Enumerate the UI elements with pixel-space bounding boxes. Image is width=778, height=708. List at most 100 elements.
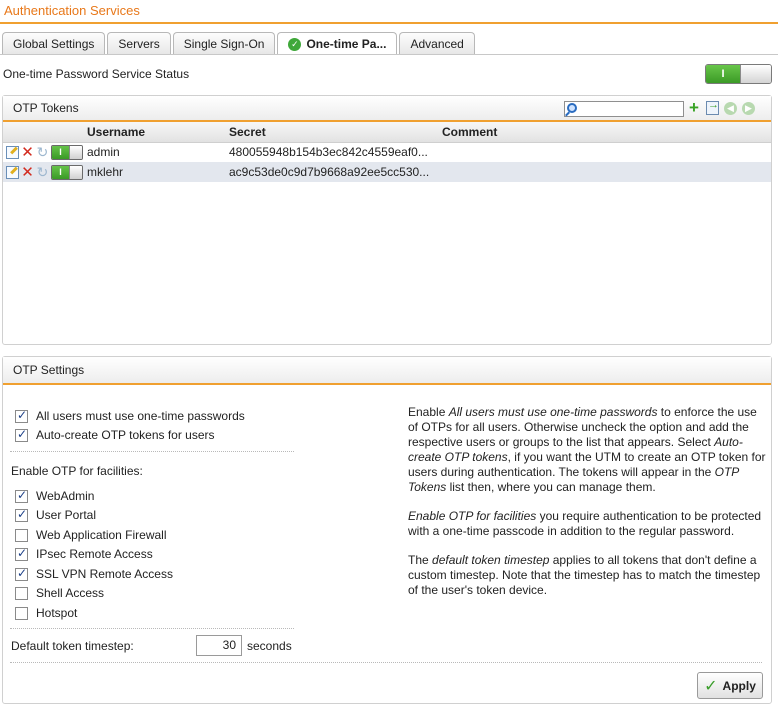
tab-divider: [0, 54, 778, 55]
search-input[interactable]: [564, 101, 684, 117]
otp-tokens-panel: OTP Tokens + ◀ ▶ Username Secret Comment: [2, 95, 772, 345]
checkbox-label: All users must use one-time passwords: [36, 409, 245, 423]
tab-bar: Global Settings Servers Single Sign-On ✓…: [2, 32, 475, 55]
facilities-heading: Enable OTP for facilities:: [11, 464, 143, 478]
checkmark-circle-icon: ✓: [288, 37, 302, 51]
checkbox-label: Hotspot: [36, 606, 78, 620]
secret-cell: ac9c53de0c9d7b9668a92ee5cc530...: [229, 162, 442, 182]
facility-checkbox[interactable]: [15, 507, 28, 522]
comment-cell: [442, 162, 771, 182]
help-text-run: list then, where you can manage them.: [446, 480, 656, 494]
delete-icon[interactable]: ✕: [21, 145, 34, 160]
facility-ipsec-remote-access[interactable]: IPsec Remote Access: [15, 546, 153, 561]
edit-icon[interactable]: [6, 145, 19, 159]
help-text-run: Enable: [408, 405, 449, 419]
row-enable-toggle[interactable]: I: [51, 144, 83, 160]
facility-checkbox[interactable]: [15, 528, 28, 542]
facility-hotspot[interactable]: Hotspot: [15, 606, 77, 620]
facility-shell-access[interactable]: Shell Access: [15, 586, 104, 600]
help-paragraph: Enable All users must use one-time passw…: [408, 405, 766, 495]
facility-checkbox[interactable]: [15, 488, 28, 503]
toggle-knob: [69, 165, 82, 179]
tab-label: Global Settings: [13, 36, 95, 51]
timestep-unit-label: seconds: [247, 639, 292, 653]
facility-checkbox[interactable]: [15, 546, 28, 561]
tab-single-sign-on[interactable]: Single Sign-On: [172, 32, 276, 54]
tab-one-time-password[interactable]: ✓ One-time Pa...: [277, 32, 398, 55]
apply-button[interactable]: ✓ Apply: [697, 672, 763, 699]
page-title: Authentication Services: [4, 3, 140, 18]
otp-settings-header: OTP Settings: [3, 357, 771, 385]
edit-icon[interactable]: [6, 165, 19, 179]
facility-web-application-firewall[interactable]: Web Application Firewall: [15, 528, 167, 542]
help-text: Enable All users must use one-time passw…: [408, 405, 766, 612]
checkmark-icon: ✓: [704, 677, 718, 695]
otp-tokens-table: Username Secret Comment ✕ ↻ I admin 4800…: [3, 122, 771, 182]
username-cell: admin: [87, 142, 229, 162]
all-users-otp-option[interactable]: All users must use one-time passwords: [15, 408, 245, 423]
checkbox-label: Shell Access: [36, 586, 105, 600]
help-text-emphasis: default token timestep: [432, 553, 550, 567]
settings-divider: [10, 628, 294, 629]
toggle-on-indicator: I: [52, 145, 69, 159]
timestep-label: Default token timestep:: [11, 639, 134, 653]
search-icon: [567, 103, 577, 113]
username-column-header[interactable]: Username: [87, 122, 229, 143]
refresh-icon[interactable]: ↻: [36, 145, 49, 159]
delete-icon[interactable]: ✕: [21, 165, 34, 180]
timestep-input[interactable]: 30: [196, 635, 242, 656]
checkbox-label: Web Application Firewall: [36, 528, 167, 542]
table-row[interactable]: ✕ ↻ I admin 480055948b154b3ec842c4559eaf…: [3, 142, 771, 162]
settings-divider: [10, 662, 762, 663]
tab-label: Advanced: [410, 36, 464, 51]
tab-global-settings[interactable]: Global Settings: [2, 32, 106, 54]
auto-create-tokens-checkbox[interactable]: [15, 427, 28, 442]
toggle-knob: [69, 145, 82, 159]
row-enable-toggle[interactable]: I: [51, 164, 83, 180]
actions-column-header: [3, 122, 87, 143]
secret-column-header[interactable]: Secret: [229, 122, 442, 143]
help-text-emphasis: All users must use one-time passwords: [448, 405, 658, 419]
auto-create-tokens-option[interactable]: Auto-create OTP tokens for users: [15, 427, 215, 442]
service-status-toggle[interactable]: I: [705, 64, 772, 84]
row-actions-cell: ✕ ↻ I: [3, 162, 87, 182]
row-actions-cell: ✕ ↻ I: [3, 142, 87, 162]
add-icon[interactable]: +: [689, 99, 701, 116]
checkbox-label: Auto-create OTP tokens for users: [36, 428, 215, 442]
tab-advanced[interactable]: Advanced: [399, 32, 475, 54]
tab-servers[interactable]: Servers: [107, 32, 171, 54]
title-divider: [0, 22, 778, 24]
username-cell: mklehr: [87, 162, 229, 182]
previous-page-icon[interactable]: ◀: [724, 101, 737, 115]
facility-ssl-vpn-remote-access[interactable]: SSL VPN Remote Access: [15, 566, 173, 581]
help-text-emphasis: Enable OTP for facilities: [408, 509, 537, 523]
import-icon[interactable]: [706, 99, 719, 115]
comment-cell: [442, 142, 771, 162]
facility-checkbox[interactable]: [15, 606, 28, 620]
tab-label: Servers: [118, 36, 160, 51]
all-users-otp-checkbox[interactable]: [15, 408, 28, 423]
header-toolbar: + ◀ ▶: [689, 99, 755, 116]
checkbox-label: IPsec Remote Access: [36, 547, 153, 561]
help-paragraph: Enable OTP for facilities you require au…: [408, 509, 766, 539]
facility-user-portal[interactable]: User Portal: [15, 507, 96, 522]
toggle-knob: [740, 65, 771, 83]
comment-column-header[interactable]: Comment: [442, 122, 771, 143]
table-row[interactable]: ✕ ↻ I mklehr ac9c53de0c9d7b9668a92ee5cc5…: [3, 162, 771, 182]
facility-checkbox[interactable]: [15, 586, 28, 600]
apply-label: Apply: [722, 678, 756, 693]
panel-title: OTP Tokens: [13, 101, 79, 115]
settings-divider: [10, 451, 294, 452]
facility-checkbox[interactable]: [15, 566, 28, 581]
panel-title: OTP Settings: [13, 363, 85, 377]
next-page-icon[interactable]: ▶: [742, 101, 755, 115]
tab-label: One-time Pa...: [306, 37, 387, 51]
checkbox-label: SSL VPN Remote Access: [36, 567, 173, 581]
secret-cell: 480055948b154b3ec842c4559eaf0...: [229, 142, 442, 162]
facility-webadmin[interactable]: WebAdmin: [15, 488, 95, 503]
tab-label: Single Sign-On: [183, 36, 265, 51]
table-header-row: Username Secret Comment: [3, 122, 771, 143]
checkbox-label: WebAdmin: [36, 489, 95, 503]
refresh-icon[interactable]: ↻: [36, 165, 49, 179]
otp-tokens-header: OTP Tokens + ◀ ▶: [3, 96, 771, 122]
